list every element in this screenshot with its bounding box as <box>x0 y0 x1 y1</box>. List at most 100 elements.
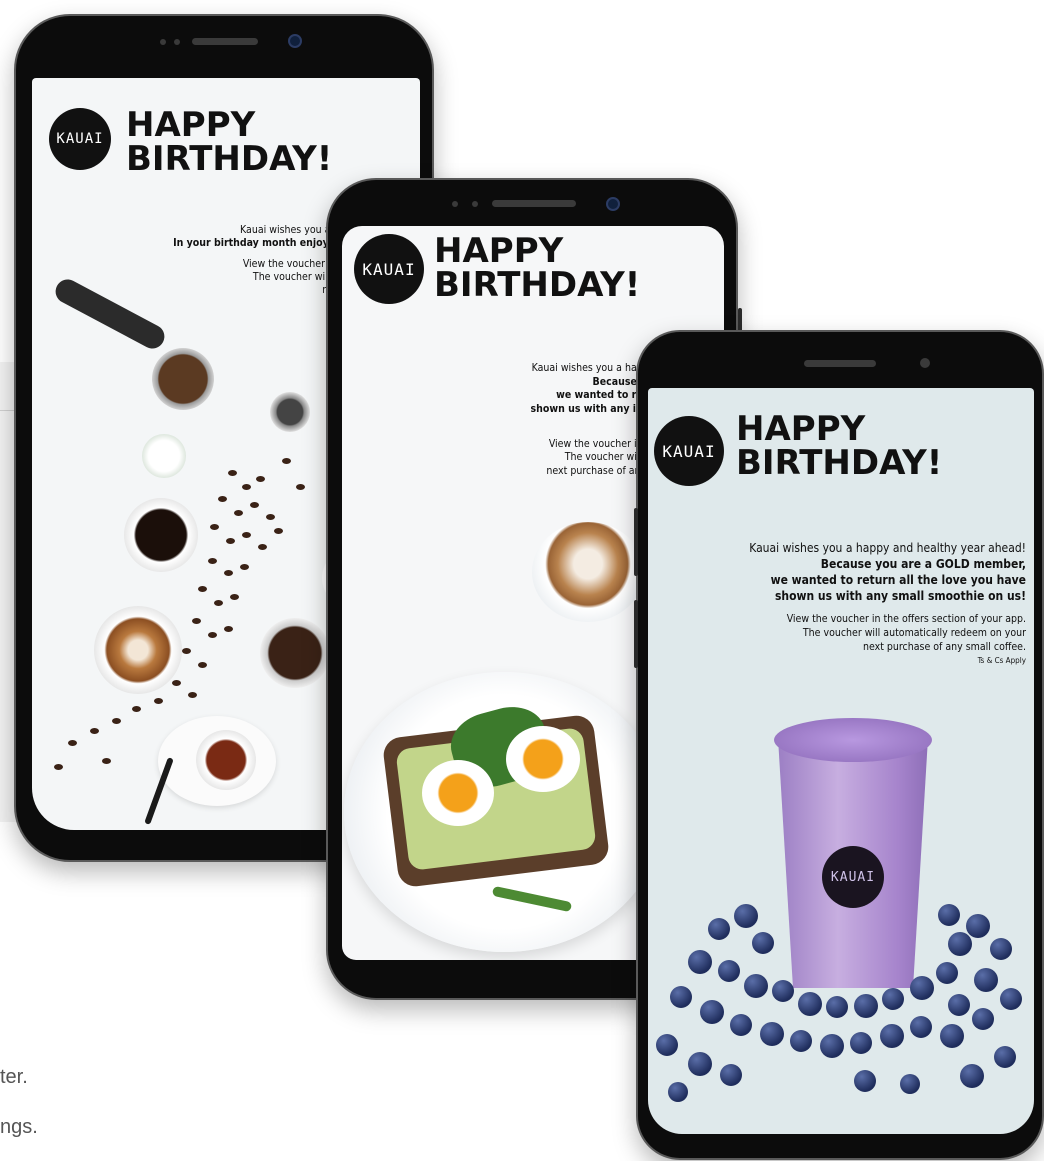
blueberry <box>974 968 998 992</box>
coffee-bean <box>102 758 111 764</box>
egg-right <box>506 726 580 792</box>
coffee-bean <box>192 618 201 624</box>
coffee-bean <box>210 524 219 530</box>
message-line: shown us with any small smoothie on us! <box>774 589 1026 603</box>
portafilter-handle <box>51 275 169 353</box>
coffee-bean <box>282 458 291 464</box>
coffee-bean <box>256 476 265 482</box>
blueberry <box>972 1008 994 1030</box>
headline-line-1: HAPPY <box>434 231 564 271</box>
kauai-logo: KAUAI <box>654 416 724 486</box>
headline-line-2: BIRTHDAY! <box>126 139 333 179</box>
message-line: The voucher will automatically redeem on… <box>802 627 1026 639</box>
phone-organic-sensor-2 <box>174 39 180 45</box>
blueberry <box>960 1064 984 1088</box>
coffee-bean <box>112 718 121 724</box>
coffee-bean <box>182 648 191 654</box>
message-line: we wanted to return all the love you hav… <box>770 573 1026 587</box>
bean-bowl <box>260 618 330 688</box>
coffee-bean <box>242 484 251 490</box>
tamper <box>270 392 310 432</box>
blueberry <box>688 950 712 974</box>
blueberry <box>910 1016 932 1038</box>
coffee-bean <box>172 680 181 686</box>
headline-line-1: HAPPY <box>126 105 256 145</box>
blueberry <box>994 1046 1016 1068</box>
coffee-bean <box>214 600 223 606</box>
blueberry <box>880 1024 904 1048</box>
headline-line-2: BIRTHDAY! <box>736 443 943 483</box>
message-line: next purchase of any small coffee. <box>863 641 1026 653</box>
blueberry <box>990 938 1012 960</box>
coffee-bean <box>296 484 305 490</box>
espresso-cup <box>124 498 198 572</box>
cappuccino-cup <box>532 522 644 622</box>
blueberry <box>760 1022 784 1046</box>
coffee-bean <box>188 692 197 698</box>
blueberry <box>940 1024 964 1048</box>
background-text-line-2: ngs. <box>0 1116 38 1138</box>
milk-jar <box>142 434 186 478</box>
phone-gold-camera <box>920 358 930 368</box>
phone-gold-side-button <box>634 508 638 576</box>
blueberry <box>730 1014 752 1036</box>
blueberry <box>720 1064 742 1086</box>
phone-gold-side-button-2 <box>634 600 638 668</box>
blueberry <box>900 1074 920 1094</box>
blueberry <box>882 988 904 1010</box>
coffee-bean <box>218 496 227 502</box>
blueberry <box>854 1070 876 1092</box>
message-line: Kauai wishes you a happy and healthy yea… <box>749 541 1026 555</box>
coffee-bean <box>54 764 63 770</box>
birthday-message: Kauai wishes you a happy and healthy yea… <box>749 540 1026 668</box>
blueberry <box>656 1034 678 1056</box>
coffee-grounds-basket <box>152 348 214 410</box>
coffee-bean <box>198 662 207 668</box>
blueberry <box>752 932 774 954</box>
phone-organic-speaker <box>192 38 258 45</box>
phone-gold: KAUAI HAPPY BIRTHDAY! Kauai wishes you a… <box>634 330 1044 1160</box>
blueberry <box>938 904 960 926</box>
blueberry <box>910 976 934 1000</box>
tea-cup <box>196 730 256 790</box>
coffee-bean <box>258 544 267 550</box>
coffee-bean <box>230 594 239 600</box>
kauai-logo: KAUAI <box>354 234 424 304</box>
headline-line-1: HAPPY <box>736 409 866 449</box>
blueberry <box>734 904 758 928</box>
blueberry <box>854 994 878 1018</box>
phone-organic-sensor <box>160 39 166 45</box>
phone-gold-screen: KAUAI HAPPY BIRTHDAY! Kauai wishes you a… <box>648 388 1034 1134</box>
headline-line-2: BIRTHDAY! <box>434 265 641 305</box>
blueberry <box>850 1032 872 1054</box>
egg-left <box>422 760 494 826</box>
blueberry <box>700 1000 724 1024</box>
blueberry <box>820 1034 844 1058</box>
blueberry <box>798 992 822 1016</box>
phone-black-speaker <box>492 200 576 207</box>
blueberry <box>708 918 730 940</box>
coffee-bean <box>242 532 251 538</box>
message-line: View the voucher in the offers section o… <box>786 613 1026 625</box>
ts-and-cs-note: Ts & Cs Apply <box>977 656 1026 665</box>
phone-black-sensor-2 <box>472 201 478 207</box>
message-line: Because you are a GOLD member, <box>820 557 1026 571</box>
blueberry <box>826 996 848 1018</box>
coffee-bean <box>154 698 163 704</box>
coffee-bean <box>224 626 233 632</box>
blueberry <box>1000 988 1022 1010</box>
coffee-bean <box>198 586 207 592</box>
headline: HAPPY BIRTHDAY! <box>126 108 332 176</box>
coffee-bean <box>132 706 141 712</box>
coffee-bean <box>250 502 259 508</box>
blueberry <box>668 1082 688 1102</box>
blueberry <box>718 960 740 982</box>
blueberry <box>744 974 768 998</box>
blueberry <box>948 994 970 1016</box>
blueberry <box>772 980 794 1002</box>
latte-cup <box>94 606 182 694</box>
headline: HAPPY BIRTHDAY! <box>434 234 640 302</box>
coffee-bean <box>234 510 243 516</box>
kauai-logo: KAUAI <box>49 108 111 170</box>
coffee-bean <box>68 740 77 746</box>
